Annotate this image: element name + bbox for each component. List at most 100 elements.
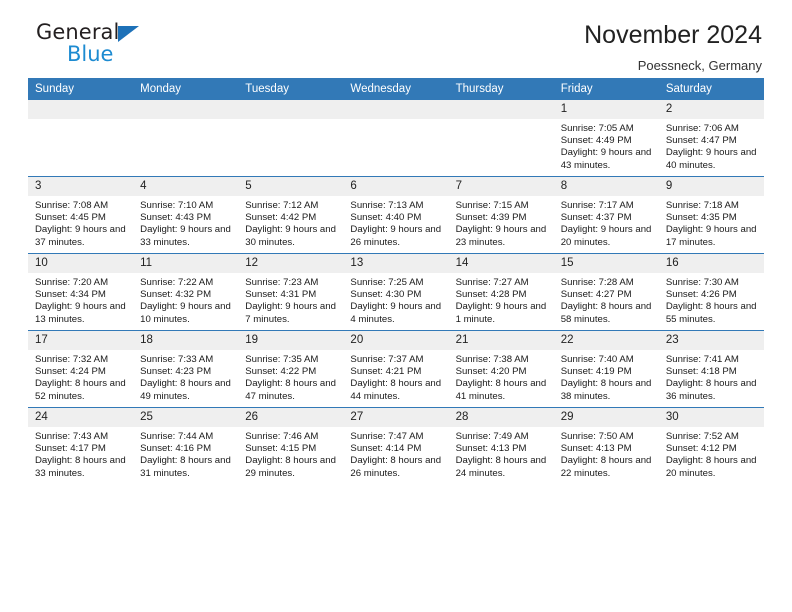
day-cell[interactable]: 6 Sunrise: 7:13 AM Sunset: 4:40 PM Dayli… — [343, 176, 449, 254]
sunrise-text: Sunrise: 7:13 AM — [350, 200, 424, 211]
day-cell[interactable]: 27 Sunrise: 7:47 AM Sunset: 4:14 PM Dayl… — [343, 407, 449, 484]
day-number: 17 — [28, 331, 134, 350]
day-number: 2 — [658, 100, 764, 119]
sunrise-text: Sunrise: 7:15 AM — [455, 200, 529, 211]
day-details: Sunrise: 7:17 AM Sunset: 4:37 PM Dayligh… — [554, 196, 659, 249]
sunset-text: Sunset: 4:49 PM — [560, 135, 632, 147]
sunset-text: Sunset: 4:24 PM — [35, 366, 106, 378]
calendar-body: 1 Sunrise: 7:05 AM Sunset: 4:49 PM Dayli… — [28, 100, 764, 484]
sunrise-text: Sunrise: 7:32 AM — [35, 354, 109, 365]
day-details: Sunrise: 7:25 AM Sunset: 4:30 PM Dayligh… — [343, 273, 448, 326]
day-cell[interactable]: 4 Sunrise: 7:10 AM Sunset: 4:43 PM Dayli… — [133, 176, 239, 254]
day-cell[interactable]: 10 Sunrise: 7:20 AM Sunset: 4:34 PM Dayl… — [28, 253, 134, 331]
day-number — [448, 100, 554, 119]
daylight-text: Daylight: 9 hours and 17 minutes. — [665, 224, 757, 248]
sunset-text: Sunset: 4:19 PM — [560, 366, 632, 378]
day-cell[interactable]: 26 Sunrise: 7:46 AM Sunset: 4:15 PM Dayl… — [238, 407, 344, 484]
day-number: 10 — [28, 254, 134, 273]
day-cell[interactable]: 7 Sunrise: 7:15 AM Sunset: 4:39 PM Dayli… — [448, 176, 554, 254]
day-cell[interactable]: 29 Sunrise: 7:50 AM Sunset: 4:13 PM Dayl… — [553, 407, 659, 484]
weekday-header-sunday: Sunday — [28, 78, 134, 100]
day-details: Sunrise: 7:32 AM Sunset: 4:24 PM Dayligh… — [28, 350, 133, 403]
day-details: Sunrise: 7:35 AM Sunset: 4:22 PM Dayligh… — [238, 350, 343, 403]
day-cell[interactable]: 21 Sunrise: 7:38 AM Sunset: 4:20 PM Dayl… — [448, 330, 554, 408]
weekday-header-wednesday: Wednesday — [343, 78, 449, 100]
weekday-header-friday: Friday — [553, 78, 659, 100]
day-details: Sunrise: 7:30 AM Sunset: 4:26 PM Dayligh… — [659, 273, 764, 326]
day-details: Sunrise: 7:41 AM Sunset: 4:18 PM Dayligh… — [659, 350, 764, 403]
day-cell[interactable]: 23 Sunrise: 7:41 AM Sunset: 4:18 PM Dayl… — [658, 330, 764, 408]
day-number: 14 — [448, 254, 554, 273]
sunset-text: Sunset: 4:13 PM — [455, 443, 527, 455]
day-cell[interactable]: 9 Sunrise: 7:18 AM Sunset: 4:35 PM Dayli… — [658, 176, 764, 254]
day-cell[interactable]: 24 Sunrise: 7:43 AM Sunset: 4:17 PM Dayl… — [28, 407, 134, 484]
sunset-text: Sunset: 4:39 PM — [455, 212, 527, 224]
day-cell[interactable] — [133, 100, 239, 177]
daylight-text: Daylight: 8 hours and 55 minutes. — [665, 301, 757, 325]
daylight-text: Daylight: 8 hours and 49 minutes. — [140, 378, 231, 402]
day-cell[interactable] — [28, 100, 134, 177]
daylight-text: Daylight: 8 hours and 24 minutes. — [455, 455, 547, 479]
day-details — [28, 119, 133, 123]
day-details: Sunrise: 7:23 AM Sunset: 4:31 PM Dayligh… — [238, 273, 343, 326]
day-cell[interactable]: 22 Sunrise: 7:40 AM Sunset: 4:19 PM Dayl… — [553, 330, 659, 408]
day-number: 27 — [343, 408, 449, 427]
sunrise-text: Sunrise: 7:46 AM — [245, 431, 319, 442]
day-cell[interactable]: 28 Sunrise: 7:49 AM Sunset: 4:13 PM Dayl… — [448, 407, 554, 484]
weekday-header-saturday: Saturday — [658, 78, 764, 100]
day-cell[interactable] — [343, 100, 449, 177]
day-number: 8 — [553, 177, 659, 196]
sunrise-text: Sunrise: 7:08 AM — [35, 200, 109, 211]
day-cell[interactable]: 18 Sunrise: 7:33 AM Sunset: 4:23 PM Dayl… — [133, 330, 239, 408]
sunrise-text: Sunrise: 7:47 AM — [350, 431, 424, 442]
day-cell[interactable]: 19 Sunrise: 7:35 AM Sunset: 4:22 PM Dayl… — [238, 330, 344, 408]
day-cell[interactable]: 1 Sunrise: 7:05 AM Sunset: 4:49 PM Dayli… — [553, 100, 659, 177]
day-details: Sunrise: 7:15 AM Sunset: 4:39 PM Dayligh… — [449, 196, 554, 249]
day-cell[interactable]: 13 Sunrise: 7:25 AM Sunset: 4:30 PM Dayl… — [343, 253, 449, 331]
day-cell[interactable]: 16 Sunrise: 7:30 AM Sunset: 4:26 PM Dayl… — [658, 253, 764, 331]
day-number: 25 — [133, 408, 239, 427]
day-details: Sunrise: 7:44 AM Sunset: 4:16 PM Dayligh… — [133, 427, 238, 480]
sunrise-text: Sunrise: 7:37 AM — [350, 354, 424, 365]
daylight-text: Daylight: 8 hours and 58 minutes. — [560, 301, 652, 325]
day-cell[interactable]: 5 Sunrise: 7:12 AM Sunset: 4:42 PM Dayli… — [238, 176, 344, 254]
day-cell[interactable] — [238, 100, 344, 177]
day-cell[interactable]: 3 Sunrise: 7:08 AM Sunset: 4:45 PM Dayli… — [28, 176, 134, 254]
day-cell[interactable]: 15 Sunrise: 7:28 AM Sunset: 4:27 PM Dayl… — [553, 253, 659, 331]
day-details: Sunrise: 7:10 AM Sunset: 4:43 PM Dayligh… — [133, 196, 238, 249]
day-cell[interactable]: 20 Sunrise: 7:37 AM Sunset: 4:21 PM Dayl… — [343, 330, 449, 408]
day-cell[interactable]: 2 Sunrise: 7:06 AM Sunset: 4:47 PM Dayli… — [658, 100, 764, 177]
generalblue-logo[interactable]: General Blue — [28, 20, 140, 65]
sunset-text: Sunset: 4:22 PM — [245, 366, 317, 378]
day-details: Sunrise: 7:06 AM Sunset: 4:47 PM Dayligh… — [659, 119, 764, 172]
sunrise-text: Sunrise: 7:30 AM — [665, 277, 739, 288]
day-details: Sunrise: 7:50 AM Sunset: 4:13 PM Dayligh… — [554, 427, 659, 480]
daylight-text: Daylight: 9 hours and 1 minute. — [455, 301, 547, 325]
day-number: 1 — [553, 100, 659, 119]
daylight-text: Daylight: 9 hours and 10 minutes. — [140, 301, 231, 325]
day-cell[interactable]: 12 Sunrise: 7:23 AM Sunset: 4:31 PM Dayl… — [238, 253, 344, 331]
day-cell[interactable] — [448, 100, 554, 177]
sunrise-text: Sunrise: 7:20 AM — [35, 277, 109, 288]
sunrise-text: Sunrise: 7:12 AM — [245, 200, 319, 211]
day-details: Sunrise: 7:33 AM Sunset: 4:23 PM Dayligh… — [133, 350, 238, 403]
calendar-week-row: 1 Sunrise: 7:05 AM Sunset: 4:49 PM Dayli… — [28, 100, 764, 177]
day-cell[interactable]: 30 Sunrise: 7:52 AM Sunset: 4:12 PM Dayl… — [658, 407, 764, 484]
sunset-text: Sunset: 4:16 PM — [140, 443, 212, 455]
day-details — [238, 119, 343, 123]
sunset-text: Sunset: 4:14 PM — [350, 443, 422, 455]
day-cell[interactable]: 25 Sunrise: 7:44 AM Sunset: 4:16 PM Dayl… — [133, 407, 239, 484]
daylight-text: Daylight: 9 hours and 23 minutes. — [455, 224, 547, 248]
logo-text-general: General — [36, 20, 120, 44]
day-cell[interactable]: 11 Sunrise: 7:22 AM Sunset: 4:32 PM Dayl… — [133, 253, 239, 331]
day-number — [238, 100, 344, 119]
weekday-header-row: Sunday Monday Tuesday Wednesday Thursday… — [28, 78, 764, 100]
day-cell[interactable]: 17 Sunrise: 7:32 AM Sunset: 4:24 PM Dayl… — [28, 330, 134, 408]
day-number: 4 — [133, 177, 239, 196]
day-cell[interactable]: 14 Sunrise: 7:27 AM Sunset: 4:28 PM Dayl… — [448, 253, 554, 331]
page-title: November 2024 — [584, 21, 762, 49]
day-details: Sunrise: 7:37 AM Sunset: 4:21 PM Dayligh… — [343, 350, 448, 403]
day-details: Sunrise: 7:08 AM Sunset: 4:45 PM Dayligh… — [28, 196, 133, 249]
day-number: 13 — [343, 254, 449, 273]
day-cell[interactable]: 8 Sunrise: 7:17 AM Sunset: 4:37 PM Dayli… — [553, 176, 659, 254]
